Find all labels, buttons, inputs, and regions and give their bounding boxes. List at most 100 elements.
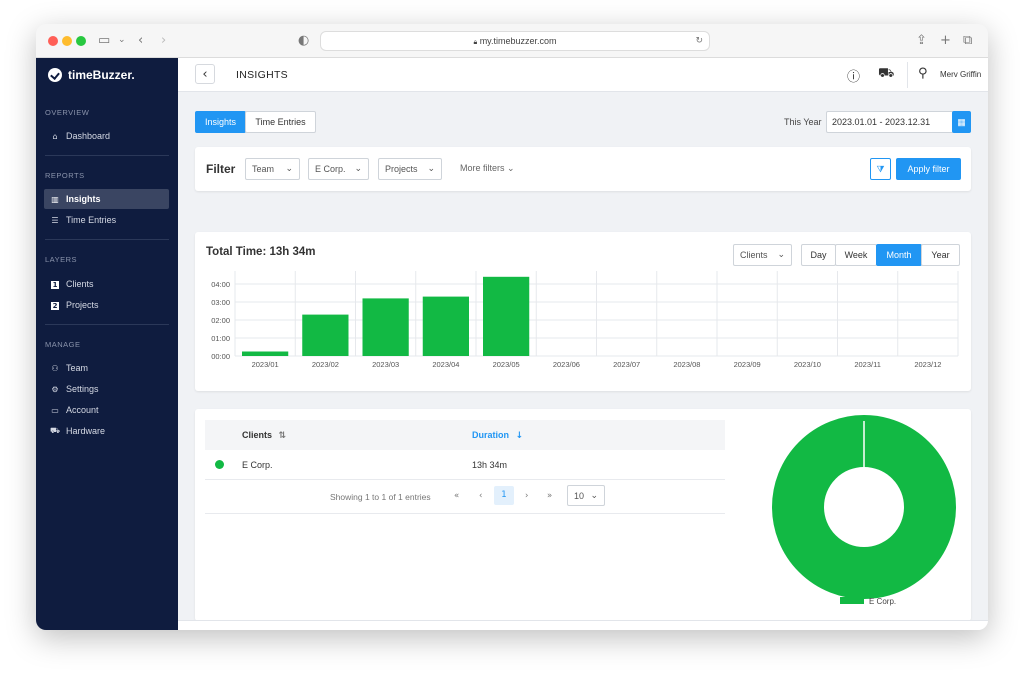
- calendar-button[interactable]: ▦: [952, 111, 971, 133]
- chevron-down-icon: ⌄: [354, 164, 362, 174]
- new-tab-icon[interactable]: +: [940, 33, 951, 48]
- sidebar-item-clients[interactable]: 1 Clients: [44, 274, 169, 294]
- x-tick-label: 2023/10: [794, 360, 821, 369]
- projects-filter-dropdown[interactable]: Projects ⌄: [378, 158, 442, 180]
- section-title-reports: REPORTS: [45, 171, 85, 180]
- sidebar: timeBuzzer. OVERVIEW ⌂ Dashboard REPORTS…: [36, 58, 178, 630]
- sidebar-item-account[interactable]: ▭ Account: [44, 400, 169, 420]
- client-name: E Corp.: [242, 460, 273, 470]
- sidebar-item-label: Team: [66, 363, 89, 373]
- browser-forward-icon[interactable]: ›: [161, 33, 166, 48]
- sidebar-item-label: Time Entries: [66, 215, 117, 225]
- cart-icon: ⛟: [50, 426, 61, 435]
- maximize-window-button[interactable]: [76, 36, 86, 46]
- section-title-overview: OVERVIEW: [45, 108, 90, 117]
- bar[interactable]: [483, 276, 530, 356]
- more-filters-button[interactable]: More filters ⌄: [460, 163, 515, 174]
- brand-name: timeBuzzer.: [68, 68, 135, 82]
- x-tick-label: 2023/05: [493, 360, 520, 369]
- chevron-down-icon: ⌄: [590, 491, 598, 501]
- tabs-overview-icon[interactable]: ⧉: [963, 33, 972, 48]
- dropdown-value: E Corp.: [315, 164, 346, 174]
- sidebar-item-label: Projects: [66, 300, 99, 310]
- share-icon[interactable]: ⇪: [916, 33, 927, 48]
- column-header-duration[interactable]: Duration ↓: [472, 430, 523, 441]
- chevron-down-icon[interactable]: ⌄: [118, 35, 126, 45]
- x-tick-label: 2023/04: [432, 360, 459, 369]
- layer-2-icon: 2: [51, 301, 59, 310]
- donut-chart: E Corp.: [772, 415, 956, 606]
- sidebar-item-team[interactable]: ⚇ Team: [44, 358, 169, 378]
- table-row[interactable]: E Corp. 13h 34m: [205, 450, 725, 480]
- date-range-label: This Year: [784, 117, 822, 127]
- reload-icon[interactable]: ↻: [695, 32, 703, 51]
- client-filter-dropdown[interactable]: E Corp. ⌄: [308, 158, 369, 180]
- chevron-down-icon: ⌄: [507, 164, 515, 174]
- bar[interactable]: [422, 296, 469, 356]
- sidebar-item-time-entries[interactable]: ☰ Time Entries: [44, 210, 169, 230]
- clear-filter-button[interactable]: ⧩: [870, 158, 891, 180]
- shield-icon[interactable]: ◐: [298, 33, 309, 48]
- minimize-window-button[interactable]: [62, 36, 72, 46]
- tab-insights[interactable]: Insights: [195, 111, 246, 133]
- divider: [45, 324, 169, 325]
- user-name[interactable]: Merv Griffin: [940, 70, 981, 79]
- y-tick-label: 01:00: [211, 334, 230, 343]
- help-icon[interactable]: ⓘ: [847, 66, 860, 85]
- y-tick-label: 04:00: [211, 280, 230, 289]
- page-size-dropdown[interactable]: 10 ⌄: [567, 485, 605, 506]
- last-page-button[interactable]: »: [547, 491, 552, 501]
- url-text: my.timebuzzer.com: [479, 36, 557, 46]
- chevron-left-icon: ‹: [202, 67, 208, 82]
- sidebar-item-insights[interactable]: ▥ Insights: [44, 189, 169, 209]
- timebuzzer-logo-icon: [48, 68, 62, 82]
- gear-icon: ⚙: [51, 384, 59, 394]
- bar[interactable]: [242, 351, 289, 357]
- client-color-dot: [215, 460, 224, 469]
- column-header-clients[interactable]: Clients ⇅: [242, 430, 286, 441]
- entries-count: Showing 1 to 1 of 1 entries: [330, 492, 431, 502]
- breakdown-card: Clients ⇅ Duration ↓ E Corp. 13h 34m Sho…: [195, 409, 971, 621]
- sidebar-item-settings[interactable]: ⚙ Settings: [44, 379, 169, 399]
- back-button[interactable]: ‹: [195, 64, 215, 84]
- sidebar-item-label: Settings: [66, 384, 99, 394]
- column-label: Clients: [242, 430, 273, 440]
- next-page-button[interactable]: ›: [525, 491, 528, 501]
- chevron-down-icon: ⌄: [427, 164, 435, 174]
- apply-filter-button[interactable]: Apply filter: [896, 158, 961, 180]
- card-icon: ▭: [51, 405, 59, 415]
- first-page-button[interactable]: «: [454, 491, 459, 501]
- address-bar[interactable]: 🔒︎ my.timebuzzer.com ↻: [320, 31, 710, 51]
- sidebar-item-projects[interactable]: 2 Projects: [44, 295, 169, 315]
- x-tick-label: 2023/12: [914, 360, 941, 369]
- page-header: ‹ INSIGHTS ⓘ ⛟ ⚲ Merv Griffin: [178, 58, 988, 92]
- close-window-button[interactable]: [48, 36, 58, 46]
- dropdown-value: Projects: [385, 164, 418, 174]
- date-range-input[interactable]: 2023.01.01 - 2023.12.31: [826, 111, 954, 133]
- page-footer: [178, 620, 988, 630]
- table-header: Clients ⇅ Duration ↓: [205, 420, 725, 450]
- sidebar-item-label: Clients: [66, 279, 94, 289]
- user-icon[interactable]: ⚲: [918, 66, 928, 81]
- divider: [907, 62, 908, 88]
- cart-icon[interactable]: ⛟: [878, 66, 894, 83]
- bar[interactable]: [302, 314, 349, 356]
- team-filter-dropdown[interactable]: Team ⌄: [245, 158, 300, 180]
- layer-1-icon: 1: [51, 280, 59, 289]
- tab-time-entries[interactable]: Time Entries: [245, 111, 316, 133]
- sidebar-item-hardware[interactable]: ⛟ Hardware: [44, 421, 169, 441]
- sort-icon: ⇅: [278, 431, 287, 441]
- sidebar-item-dashboard[interactable]: ⌂ Dashboard: [44, 126, 169, 146]
- browser-back-icon[interactable]: ‹: [138, 33, 143, 48]
- prev-page-button[interactable]: ‹: [479, 491, 482, 501]
- page-1-button[interactable]: 1: [494, 486, 514, 505]
- bar[interactable]: [362, 298, 409, 356]
- table-footer: Showing 1 to 1 of 1 entries « ‹ 1 › » 10…: [205, 480, 725, 514]
- divider: [45, 239, 169, 240]
- section-title-layers: LAYERS: [45, 255, 78, 264]
- sidebar-item-label: Hardware: [66, 426, 106, 436]
- list-icon: ☰: [51, 215, 59, 225]
- sidebar-toggle-icon[interactable]: ▭: [98, 33, 110, 48]
- brand-logo[interactable]: timeBuzzer.: [48, 68, 135, 82]
- x-tick-label: 2023/06: [553, 360, 580, 369]
